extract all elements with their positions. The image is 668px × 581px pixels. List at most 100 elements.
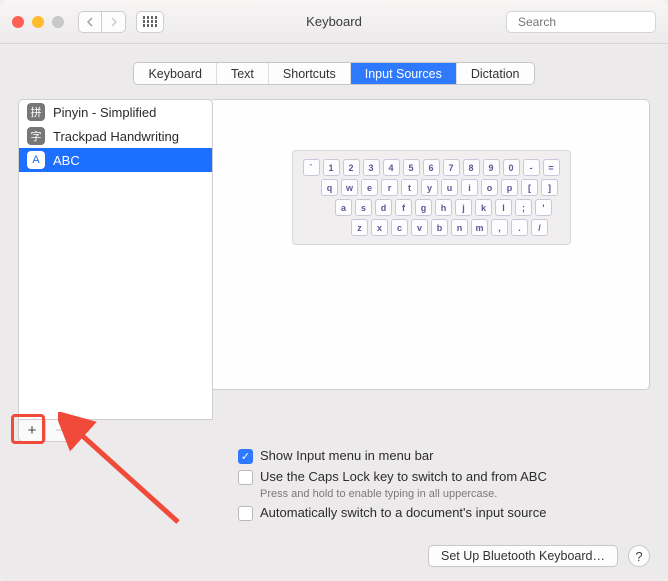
key: r [381, 179, 398, 196]
add-source-button[interactable]: + [18, 420, 46, 442]
key: = [543, 159, 560, 176]
window-traffic-lights [12, 16, 64, 28]
key: 9 [483, 159, 500, 176]
key: l [495, 199, 512, 216]
key: [ [521, 179, 538, 196]
key: 5 [403, 159, 420, 176]
key: , [491, 219, 508, 236]
forward-button[interactable] [102, 11, 126, 33]
sources-column: 拼Pinyin - Simplified 字 Trackpad Handwritin… [18, 99, 213, 442]
chevron-right-icon [110, 17, 118, 27]
key: t [401, 179, 418, 196]
tab-shortcuts[interactable]: Shortcuts [268, 63, 350, 84]
keyboard-row: `1234567890-= [303, 159, 560, 176]
key: p [501, 179, 518, 196]
key: 4 [383, 159, 400, 176]
bluetooth-keyboard-button[interactable]: Set Up Bluetooth Keyboard… [428, 545, 618, 567]
key: 6 [423, 159, 440, 176]
key: j [455, 199, 472, 216]
key: a [335, 199, 352, 216]
source-row[interactable]: A ABC [19, 148, 212, 172]
key: . [511, 219, 528, 236]
source-row[interactable]: 字 Trackpad Handwriting [19, 124, 212, 148]
preferences-window: Keyboard KeyboardTextShortcutsInput Sour… [0, 0, 668, 581]
key: / [531, 219, 548, 236]
key: e [361, 179, 378, 196]
tab-input-sources[interactable]: Input Sources [350, 63, 456, 84]
keyboard-row: asdfghjkl;' [310, 199, 552, 216]
key: d [375, 199, 392, 216]
source-controls: + − [18, 420, 213, 442]
option-show-input-menu[interactable]: ✓ Show Input menu in menu bar [238, 448, 650, 464]
footer: Set Up Bluetooth Keyboard… ? [0, 535, 668, 581]
titlebar: Keyboard [0, 0, 668, 44]
checkbox-unchecked-icon [238, 506, 253, 521]
zoom-window-button[interactable] [52, 16, 64, 28]
help-button[interactable]: ? [628, 545, 650, 567]
minimize-window-button[interactable] [32, 16, 44, 28]
source-badge-icon: 拼 [27, 103, 45, 121]
input-sources-list[interactable]: 拼Pinyin - Simplified 字 Trackpad Handwritin… [18, 99, 213, 420]
key: 1 [323, 159, 340, 176]
key: ] [541, 179, 558, 196]
search-wrap [506, 11, 656, 33]
tab-text[interactable]: Text [216, 63, 268, 84]
show-all-button[interactable] [136, 11, 164, 33]
key: 7 [443, 159, 460, 176]
panel: 拼Pinyin - Simplified 字 Trackpad Handwritin… [18, 99, 650, 442]
key: 2 [343, 159, 360, 176]
search-field[interactable] [506, 11, 656, 33]
key: b [431, 219, 448, 236]
content-area: 拼Pinyin - Simplified 字 Trackpad Handwritin… [0, 99, 668, 535]
key: k [475, 199, 492, 216]
key: ` [303, 159, 320, 176]
keyboard-layout-preview: `1234567890-= qwertyuiop[] asdfghjkl;' zxcv… [292, 150, 571, 245]
tab-dictation[interactable]: Dictation [456, 63, 534, 84]
key: f [395, 199, 412, 216]
tab-keyboard[interactable]: Keyboard [134, 63, 216, 84]
option-caps-lock-switch[interactable]: Use the Caps Lock key to switch to and f… [238, 469, 650, 485]
source-badge-icon: 字 [27, 127, 45, 145]
keyboard-preview-pane: `1234567890-= qwertyuiop[] asdfghjkl;' zxcv… [213, 99, 650, 390]
key: 3 [363, 159, 380, 176]
option-label: Automatically switch to a document's inp… [260, 505, 546, 520]
segmented-control: KeyboardTextShortcutsInput SourcesDictat… [133, 62, 534, 85]
options: ✓ Show Input menu in menu bar Use the Ca… [18, 448, 650, 521]
keyboard-row: zxcvbnm,./ [314, 219, 548, 236]
keyboard-row: qwertyuiop[] [304, 179, 558, 196]
key: z [351, 219, 368, 236]
nav-buttons [78, 11, 126, 33]
back-button[interactable] [78, 11, 102, 33]
tab-bar: KeyboardTextShortcutsInput SourcesDictat… [0, 44, 668, 99]
key: v [411, 219, 428, 236]
key: n [451, 219, 468, 236]
close-window-button[interactable] [12, 16, 24, 28]
key: ' [535, 199, 552, 216]
key: 0 [503, 159, 520, 176]
remove-source-button[interactable]: − [46, 420, 74, 442]
grid-icon [143, 16, 158, 27]
checkbox-unchecked-icon [238, 470, 253, 485]
key: u [441, 179, 458, 196]
key: y [421, 179, 438, 196]
source-label: Trackpad Handwriting [53, 129, 179, 144]
key: g [415, 199, 432, 216]
option-auto-switch[interactable]: Automatically switch to a document's inp… [238, 505, 650, 521]
option-label: Use the Caps Lock key to switch to and f… [260, 469, 547, 484]
checkbox-checked-icon: ✓ [238, 449, 253, 464]
option-label: Show Input menu in menu bar [260, 448, 433, 463]
key: - [523, 159, 540, 176]
search-input[interactable] [518, 15, 668, 29]
source-label: ABC [53, 153, 80, 168]
source-badge-icon: A [27, 151, 45, 169]
key: o [481, 179, 498, 196]
source-row[interactable]: 拼Pinyin - Simplified [19, 100, 212, 124]
chevron-left-icon [86, 17, 94, 27]
key: s [355, 199, 372, 216]
key: h [435, 199, 452, 216]
key: ; [515, 199, 532, 216]
key: c [391, 219, 408, 236]
key: 8 [463, 159, 480, 176]
option-sublabel: Press and hold to enable typing in all u… [260, 488, 650, 500]
key: x [371, 219, 388, 236]
